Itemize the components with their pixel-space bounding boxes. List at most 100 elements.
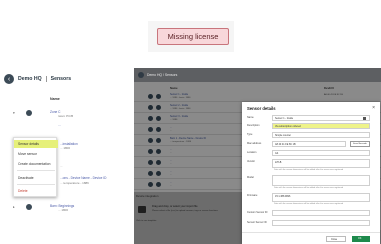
row-title: ... [170, 159, 172, 162]
row-subtitle: ... 1886 - basic: 1886 [170, 97, 191, 99]
vendor-note: Data with the sensor dimensions will be … [274, 169, 344, 171]
name-field[interactable]: Sensor 1 - Inside [272, 115, 370, 121]
name-label: Name [247, 116, 254, 119]
type-select[interactable]: Simple counter [272, 132, 370, 138]
expand-caret-icon[interactable]: ▸ [13, 205, 15, 209]
type-label: Type [247, 133, 253, 136]
menu-divider [17, 170, 55, 171]
row-title[interactable]: ... [58, 123, 61, 127]
sensor-icon [148, 149, 153, 154]
row-subtitle: ... [170, 152, 172, 154]
custom-sensor-id-label: Custom Sensor ID [247, 211, 268, 214]
chevron-left-icon[interactable] [138, 72, 144, 78]
breadcrumb-workspace[interactable]: Demo HQ [18, 76, 42, 82]
sensor-icon [148, 94, 153, 99]
page-header: ‹ Demo HQ Sensors [0, 71, 132, 87]
row-subtitle: rwan: PC/B [58, 114, 74, 118]
row-title: ... [170, 170, 172, 173]
close-button[interactable]: Close [326, 236, 346, 242]
sensor-icon [148, 127, 153, 132]
location-value: Gb [275, 151, 279, 155]
sensor-details-screen: Demo HQ / Sensors Name DevEUI Sensor 1 -… [134, 68, 381, 244]
mac-address-field[interactable]: A8 40 41 FE 8C 1B [272, 141, 346, 147]
custom-sensor-id-field[interactable] [272, 210, 370, 216]
device-integration-panel: Device integration Drag and drop, or sel… [134, 192, 244, 244]
modal-title: Sensor details [247, 106, 276, 111]
row-title: Sensor 3 - Inside [170, 115, 189, 118]
firmware-label: Firmware [247, 194, 258, 197]
row-title[interactable]: ...ons - Device Name - Device ID [60, 176, 106, 180]
sensor-type-icon [156, 182, 161, 187]
vendor-value: IoTLB [275, 160, 282, 164]
row-title: ... [170, 126, 172, 129]
chevron-left-icon[interactable]: ‹ [4, 74, 14, 84]
name-value: Sensor 1 - Inside [275, 116, 294, 120]
model-field[interactable] [272, 175, 370, 186]
template-link[interactable]: Click to see template [136, 220, 156, 222]
description-field[interactable]: Via subscription ordered [272, 123, 370, 129]
type-value: Simple counter [275, 133, 291, 137]
row-subtitle: ... 1886 [170, 119, 178, 121]
ok-button[interactable]: OK [352, 236, 370, 242]
sensor-type-icon [156, 94, 161, 99]
scan-barcode-button[interactable]: Scan Barcode [350, 141, 370, 147]
sensor-sensor-id-field[interactable] [272, 220, 370, 226]
firmware-value: 15:1.388.9996 [275, 194, 291, 198]
row-title: Barn 1 - Device Name - Device ID [170, 137, 207, 140]
column-header-name[interactable]: Name [170, 86, 178, 90]
column-header-deveui[interactable]: DevEUI [324, 86, 334, 90]
sensor-icon [26, 110, 32, 116]
upload-dropzone-text[interactable]: Drag and drop, or select your import fil… [152, 205, 198, 208]
mac-address-label: Mac address [247, 142, 262, 145]
model-label: Model [247, 176, 254, 179]
sensor-icon [148, 116, 153, 121]
menu-item-sensor-details[interactable]: Sensor details [14, 140, 58, 148]
location-select[interactable]: Gb [272, 150, 370, 156]
breadcrumb: Demo HQ / Sensors [147, 73, 178, 77]
breadcrumb-page: Sensors [50, 76, 72, 82]
row-subtitle: ... [170, 130, 172, 132]
firmware-field[interactable]: 15:1.388.9996 [272, 193, 370, 202]
row-title: ... [170, 148, 172, 151]
vendor-label: Vendor [247, 160, 255, 163]
sensors-list-panel: ‹ Demo HQ Sensors Name ▾ Zone C rwan: PC… [0, 71, 132, 244]
sensor-type-icon [156, 127, 161, 132]
ok-button-label: OK [358, 236, 362, 240]
modal-footer: Close OK [242, 232, 380, 244]
firmware-note: Data with the sensor dimensions will be … [274, 203, 344, 205]
sensor-type-icon [156, 105, 161, 110]
table-row[interactable]: Sensor 1 - Inside ... 1886 - basic: 1886… [134, 92, 381, 102]
row-subtitle: ... [60, 164, 63, 168]
edit-icon[interactable] [363, 117, 366, 120]
close-icon[interactable]: × [372, 105, 375, 111]
sensor-type-icon [156, 160, 161, 165]
menu-divider [17, 184, 55, 185]
upload-icon[interactable] [138, 206, 146, 213]
row-deveui: A8 40 41 FE 8C 1B [324, 94, 343, 96]
column-header-name[interactable]: Name [50, 97, 60, 101]
sensor-icon [26, 204, 32, 210]
vendor-field[interactable]: IoTLB [272, 159, 370, 168]
sensor-icon [148, 182, 153, 187]
row-subtitle: ... 1886 - basic: 1886 [170, 108, 191, 110]
row-subtitle: ... [170, 163, 172, 165]
model-note: Data with the sensor dimensions will be … [274, 187, 344, 189]
sensor-icon [148, 138, 153, 143]
context-menu: Sensor details Move sensor Create docume… [13, 137, 58, 197]
collapse-caret-icon[interactable]: ▾ [13, 111, 15, 115]
sensor-type-icon [156, 171, 161, 176]
row-title: ... [170, 181, 172, 184]
sensor-details-modal: Sensor details × Name Sensor 1 - Inside … [242, 102, 380, 244]
menu-item-deactivate[interactable]: Deactivate [14, 174, 58, 182]
missing-license-alert: Missing license [157, 28, 229, 45]
menu-item-create-documentation[interactable]: Create documentation [14, 160, 58, 168]
row-subtitle: ... 1800 [58, 208, 69, 212]
menu-item-delete[interactable]: Delete [14, 187, 58, 195]
upload-help-text: Please select a file (csv) to upload sen… [152, 210, 218, 212]
menu-item-move-sensor[interactable]: Move sensor [14, 150, 58, 158]
sensor-type-icon [156, 138, 161, 143]
row-title: Sensor 2 - Inside [170, 104, 189, 107]
row-subtitle: ... [170, 174, 172, 176]
sensor-icon [148, 160, 153, 165]
description-label: Description [247, 124, 260, 127]
